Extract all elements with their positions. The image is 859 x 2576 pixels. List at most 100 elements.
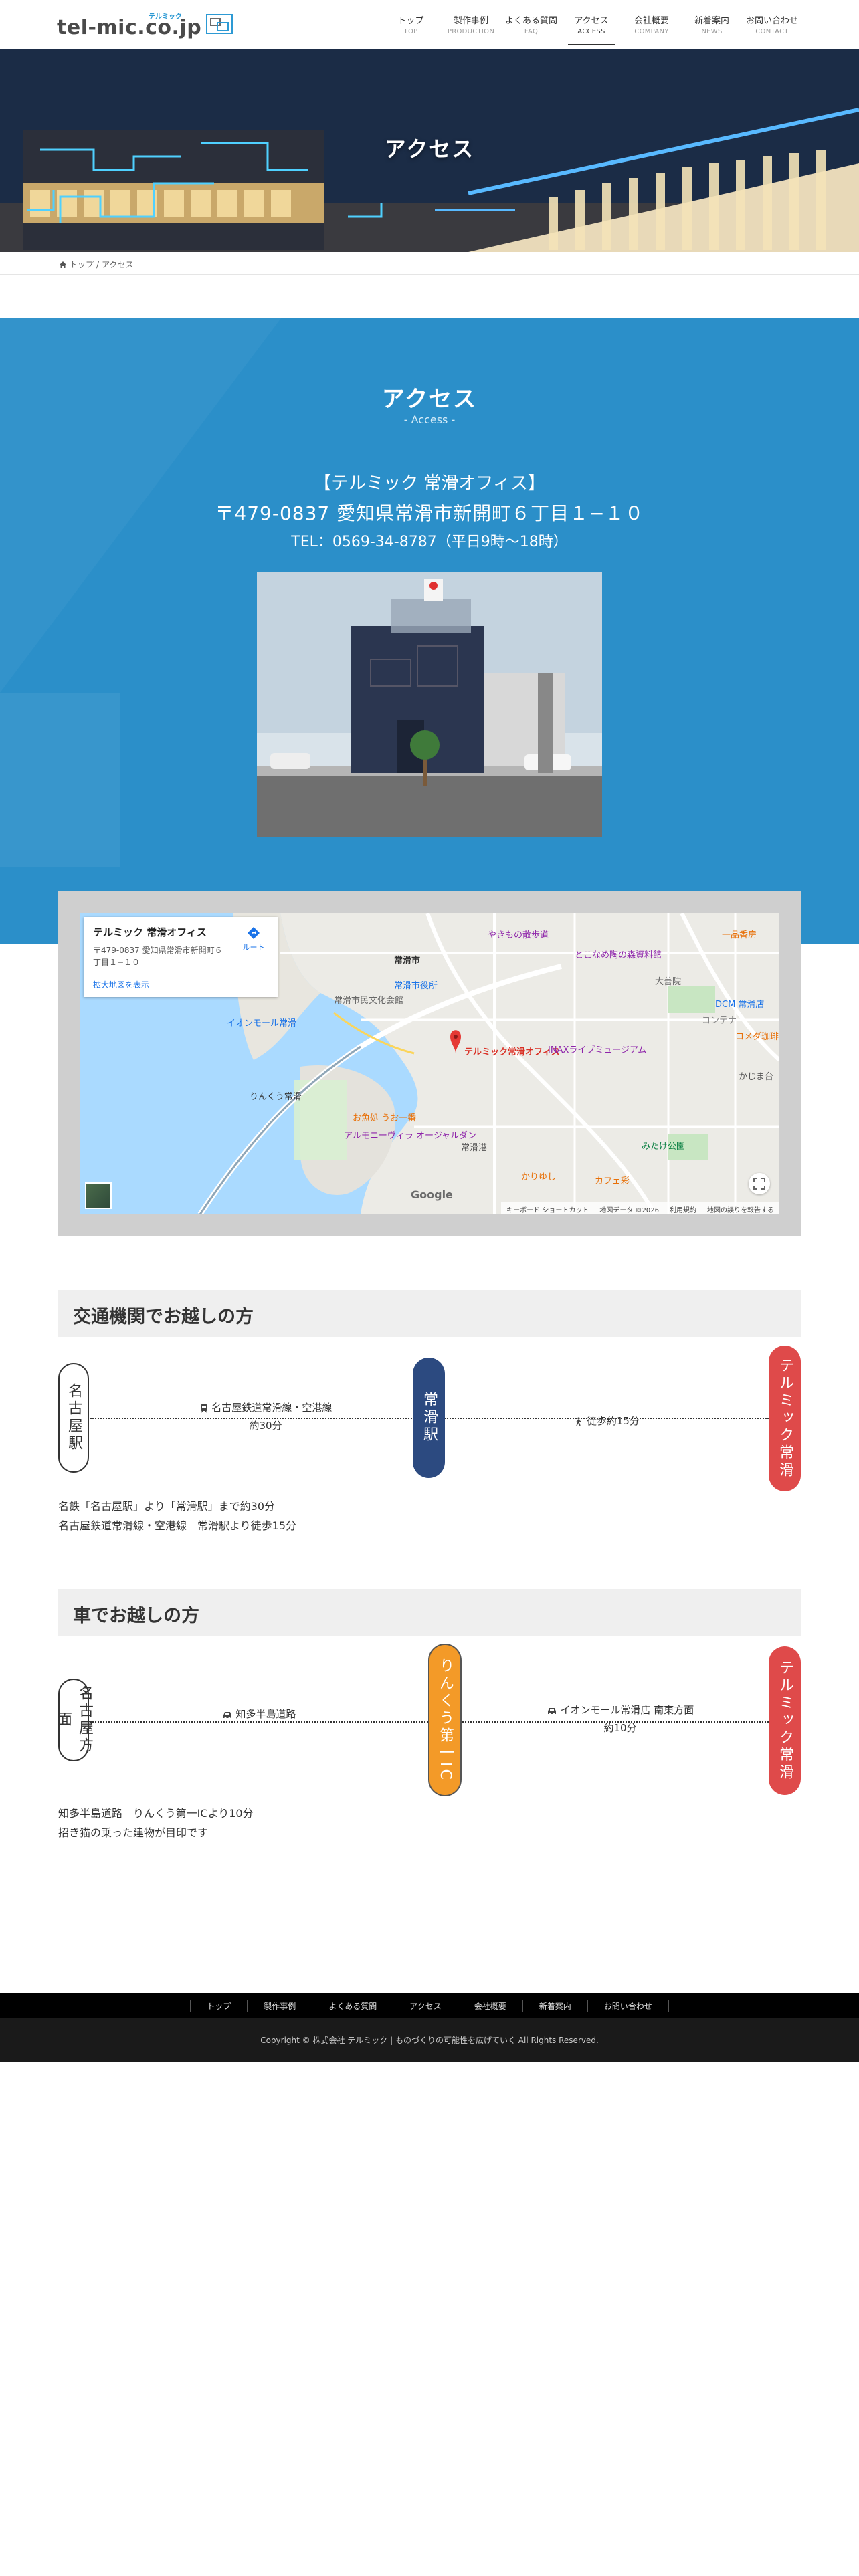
transit-seg1-text: 名古屋鉄道常滑線・空港線 (211, 1402, 332, 1414)
breadcrumb-home-link[interactable]: トップ (70, 259, 94, 270)
access-section: アクセス - Access - 【テルミック 常滑オフィス】 〒479-0837… (0, 318, 859, 944)
nav-contact[interactable]: お問い合わせ CONTACT (742, 0, 802, 49)
car-icon-2 (547, 1707, 556, 1715)
map-label-12: イオンモール常滑 (227, 1018, 297, 1029)
map-satellite-toggle[interactable] (85, 1182, 112, 1209)
nav-production[interactable]: 製作事例 PRODUCTION (441, 0, 501, 49)
transit-seg2-text: 徒歩約15分 (586, 1415, 640, 1427)
car-icon (223, 1711, 231, 1719)
footer-link-top[interactable]: トップ (190, 2000, 247, 2012)
nav-production-en: PRODUCTION (447, 28, 495, 35)
nav-top[interactable]: トップ TOP (381, 0, 441, 49)
map-label-4: DCM 常滑店 (715, 1000, 765, 1010)
footer-nav: トップ 製作事例 よくある質問 アクセス 会社概要 新着案内 お問い合わせ (0, 1993, 859, 2018)
access-subtitle: - Access - (403, 413, 456, 426)
transit-note-2: 名古屋鉄道常滑線・空港線 常滑駅より徒歩15分 (58, 1519, 297, 1532)
transit-notes: 名鉄「名古屋駅」より「常滑駅」まで約30分 名古屋鉄道常滑線・空港線 常滑駅より… (58, 1497, 296, 1536)
map-label-tokoname: 常滑市 (394, 956, 421, 966)
map-frame: テルミック常滑オフィス 常滑市 やきもの散歩道 とこなめ陶の森資料館 大善院 D… (58, 891, 801, 1236)
map-label-8: コメダ珈琲店 (735, 1032, 779, 1042)
footer-copyright: Copyright © 株式会社 テルミック | ものづくりの可能性を広げていく… (0, 2018, 859, 2062)
map-label-18: カフェ彩 (595, 1176, 630, 1186)
office-photo (257, 572, 602, 837)
transit-note-1: 名鉄「名古屋駅」より「常滑駅」まで約30分 (58, 1500, 276, 1513)
car-route: 名古屋方面 知多半島道路 りんくう第一IC イオンモール常滑店 南東方面 約10… (55, 1644, 801, 1798)
nav-access-en: ACCESS (577, 28, 605, 35)
transit-seg2-label: 徒歩約15分 (527, 1412, 687, 1430)
map-enlarge-link[interactable]: 拡大地図を表示 (93, 979, 149, 990)
footer-link-access[interactable]: アクセス (393, 2000, 457, 2012)
hero-title: アクセス (384, 136, 475, 162)
footer-link-production[interactable]: 製作事例 (247, 2000, 312, 2012)
map-label-16: 常滑港 (461, 1143, 488, 1153)
footer-link-faq[interactable]: よくある質問 (312, 2000, 393, 2012)
map-card-address: 〒479-0837 愛知県常滑市新開町６丁目１−１０ (93, 946, 223, 967)
transit-middle-node: 常滑駅 (413, 1358, 445, 1478)
map-attribution: キーボード ショートカット 地図データ ©2026 利用規約 地図の誤りを報告す… (501, 1202, 779, 1214)
logo-mark-icon (206, 14, 233, 34)
car-note-1: 知多半島道路 りんくう第一ICより10分 (58, 1807, 254, 1820)
map-label-5: 一品香房 (722, 930, 757, 940)
car-notes: 知多半島道路 りんくう第一ICより10分 招き猫の乗った建物が目印です (58, 1804, 254, 1843)
logo-subtext: テルミック (149, 13, 182, 21)
map-label-7: 常滑市民文化会館 (334, 996, 404, 1006)
transit-heading: 交通機関でお越しの方 (73, 1307, 254, 1327)
transit-start-node: 名古屋駅 (58, 1363, 89, 1473)
map-route-button[interactable]: ルート (239, 926, 268, 952)
nav-news-en: NEWS (701, 28, 723, 35)
nav-company-en: COMPANY (634, 28, 669, 35)
office-address: 〒479-0837 愛知県常滑市新開町６丁目１−１０ (215, 502, 644, 524)
nav-news[interactable]: 新着案内 NEWS (682, 0, 742, 49)
map-label-6: 常滑市役所 (394, 981, 438, 991)
nav-access[interactable]: アクセス ACCESS (561, 0, 622, 49)
map-label-14: お魚処 うお一番 (353, 1113, 417, 1123)
map-label-9: INAXライブミュージアム (548, 1045, 647, 1055)
hero-banner: アクセス (0, 49, 859, 252)
google-map[interactable]: テルミック常滑オフィス 常滑市 やきもの散歩道 とこなめ陶の森資料館 大善院 D… (80, 913, 779, 1214)
map-fullscreen-button[interactable] (749, 1173, 770, 1194)
directions-icon (248, 927, 260, 939)
car-middle-node: りんくう第一IC (428, 1644, 462, 1796)
car-heading-bar: 車でお越しの方 (58, 1589, 801, 1636)
nav-faq-label: よくある質問 (504, 16, 557, 26)
office-name: 【テルミック 常滑オフィス】 (314, 473, 545, 494)
breadcrumb: トップ / アクセス (0, 252, 859, 275)
car-seg2-time: 約10分 (603, 1722, 637, 1734)
transit-seg1-label: 名古屋鉄道常滑線・空港線 約30分 (152, 1399, 379, 1435)
walk-icon (576, 1416, 581, 1426)
site-logo[interactable]: tel-mic.co.jp テルミック (57, 9, 235, 40)
map-data-text: 地図データ ©2026 (599, 1207, 659, 1214)
map-label-1: やきもの散歩道 (488, 930, 549, 940)
car-seg1-text: 知多半島道路 (235, 1708, 296, 1720)
access-title: アクセス (381, 386, 478, 413)
nav-news-label: 新着案内 (694, 16, 729, 26)
map-label-15: アルモニーヴィラ オージャルダン (344, 1131, 477, 1141)
footer-link-contact[interactable]: お問い合わせ (587, 2000, 669, 2012)
car-seg2-label: イオンモール常滑店 南東方面 約10分 (527, 1701, 714, 1737)
map-label-11: かじま台 (739, 1072, 774, 1082)
car-seg2-text: イオンモール常滑店 南東方面 (560, 1704, 694, 1716)
main-nav: トップ TOP 製作事例 PRODUCTION よくある質問 FAQ アクセス ACCE… (381, 0, 802, 49)
nav-faq[interactable]: よくある質問 FAQ (501, 0, 561, 49)
map-label-13: りんくう常滑 (250, 1092, 302, 1102)
footer-link-company[interactable]: 会社概要 (457, 2000, 522, 2012)
map-terms-link[interactable]: 利用規約 (670, 1204, 696, 1214)
map-shortcuts-link[interactable]: キーボード ショートカット (506, 1204, 589, 1214)
map-report-link[interactable]: 地図の誤りを報告する (707, 1204, 774, 1214)
footer-link-news[interactable]: 新着案内 (522, 2000, 587, 2012)
google-logo: Google (411, 1188, 453, 1201)
car-start-node: 名古屋方面 (55, 1679, 93, 1761)
breadcrumb-current: アクセス (102, 260, 134, 270)
car-note-2: 招き猫の乗った建物が目印です (58, 1826, 209, 1839)
map-label-10: コンテナ (702, 1016, 737, 1026)
expand-icon (753, 1178, 765, 1190)
nav-top-label: トップ (397, 16, 424, 26)
nav-company[interactable]: 会社概要 COMPANY (622, 0, 682, 49)
car-heading: 車でお越しの方 (73, 1606, 199, 1626)
transit-seg1-time: 約30分 (249, 1420, 282, 1432)
nav-contact-en: CONTACT (755, 28, 789, 35)
transit-route: 名古屋駅 名古屋鉄道常滑線・空港線 約30分 常滑駅 徒歩約15分 テルミック常… (58, 1346, 801, 1491)
map-label-19: かりゆし (521, 1172, 557, 1182)
home-icon (60, 261, 66, 268)
breadcrumb-separator: / (96, 259, 100, 270)
